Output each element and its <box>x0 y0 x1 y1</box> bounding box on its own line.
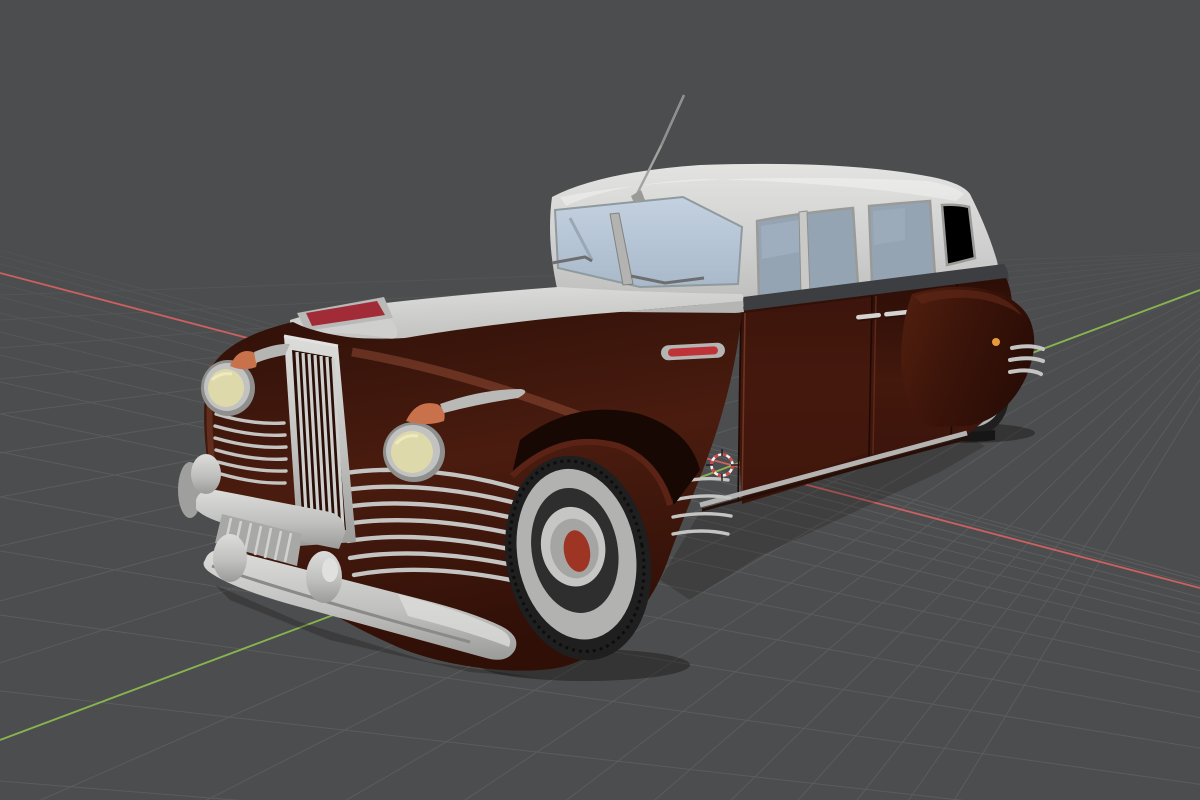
viewport-3d[interactable] <box>0 0 1200 800</box>
rear-marker-light <box>992 338 1000 346</box>
viewport-canvas[interactable] <box>0 0 1200 800</box>
rear-quarter-window <box>942 205 975 265</box>
